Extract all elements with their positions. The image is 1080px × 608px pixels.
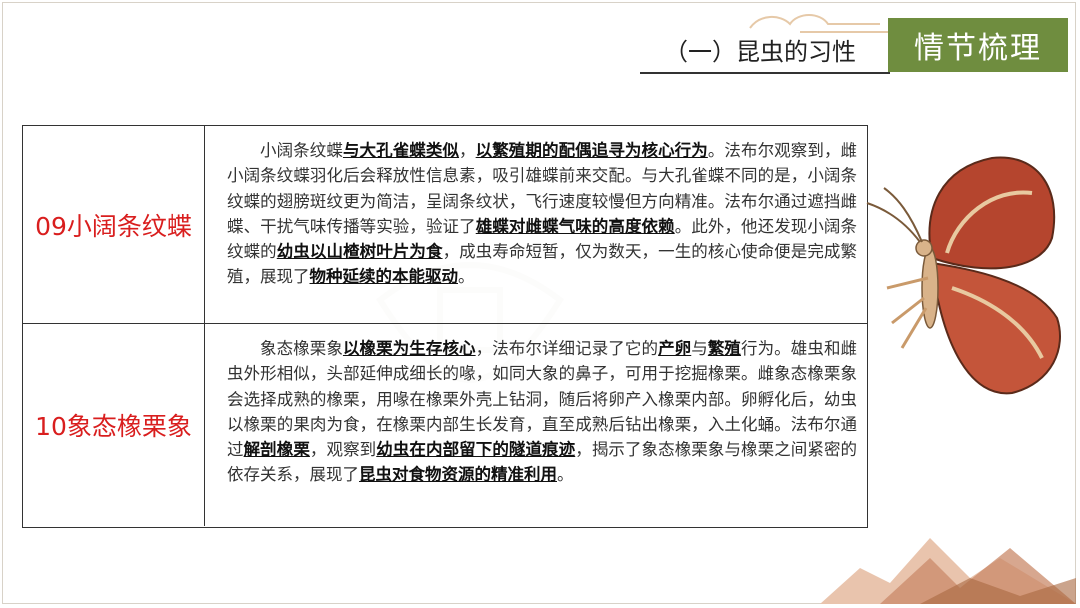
subtitle-underline [640, 72, 890, 74]
mountain-ornament [820, 538, 1076, 604]
key-phrase: 解剖橡栗 [243, 440, 310, 460]
key-phrase: 昆虫对食物资源的精准利用 [359, 465, 557, 485]
description-paragraph: 小阔条纹蝶与大孔雀蝶类似，以繁殖期的配偶追寻为核心行为。法布尔观察到，雌小阔条纹… [227, 138, 857, 290]
key-phrase: 幼虫在内部留下的隧道痕迹 [376, 440, 576, 460]
key-phrase: 繁殖 [707, 339, 742, 358]
text-run: 象态橡栗象 [260, 339, 343, 358]
key-phrase: 雄蝶对雌蝶气味的高度依赖 [475, 216, 675, 236]
key-phrase: 与大孔雀蝶类似 [342, 141, 460, 160]
text-run: 。 [557, 465, 574, 485]
key-phrase: 以橡栗为生存核心 [342, 339, 476, 358]
row-label: 10象态橡栗象 [23, 324, 205, 526]
text-run: ， [459, 141, 476, 160]
text-run: ，观察到 [309, 440, 377, 460]
key-phrase: 幼虫以山楂树叶片为食 [276, 242, 443, 262]
description-paragraph: 象态橡栗象以橡栗为生存核心，法布尔详细记录了它的产卵与繁殖行为。雄虫和雌虫外形相… [227, 336, 857, 488]
text-run: 与 [691, 339, 708, 358]
key-phrase: 物种延续的本能驱动 [309, 267, 459, 287]
row-label: 09小阔条纹蝶 [23, 126, 205, 323]
page-subtitle: （一）昆虫的习性 [664, 38, 856, 66]
text-run: 。 [458, 267, 475, 287]
key-phrase: 以繁殖期的配偶追寻为核心行为 [475, 141, 708, 160]
table-row: 09小阔条纹蝶 小阔条纹蝶与大孔雀蝶类似，以繁殖期的配偶追寻为核心行为。法布尔观… [23, 126, 867, 324]
text-run: ，法布尔详细记录了它的 [475, 339, 659, 358]
summary-table: 09小阔条纹蝶 小阔条纹蝶与大孔雀蝶类似，以繁殖期的配偶追寻为核心行为。法布尔观… [22, 125, 868, 528]
text-run: 小阔条纹蝶 [260, 141, 343, 160]
row-description: 小阔条纹蝶与大孔雀蝶类似，以繁殖期的配偶追寻为核心行为。法布尔观察到，雌小阔条纹… [205, 126, 867, 323]
table-row: 10象态橡栗象 象态橡栗象以橡栗为生存核心，法布尔详细记录了它的产卵与繁殖行为。… [23, 324, 867, 526]
butterfly-illustration [866, 156, 1061, 395]
section-tab: 情节梳理 [888, 18, 1068, 72]
row-description: 象态橡栗象以橡栗为生存核心，法布尔详细记录了它的产卵与繁殖行为。雄虫和雌虫外形相… [205, 324, 867, 526]
key-phrase: 产卵 [658, 339, 692, 358]
